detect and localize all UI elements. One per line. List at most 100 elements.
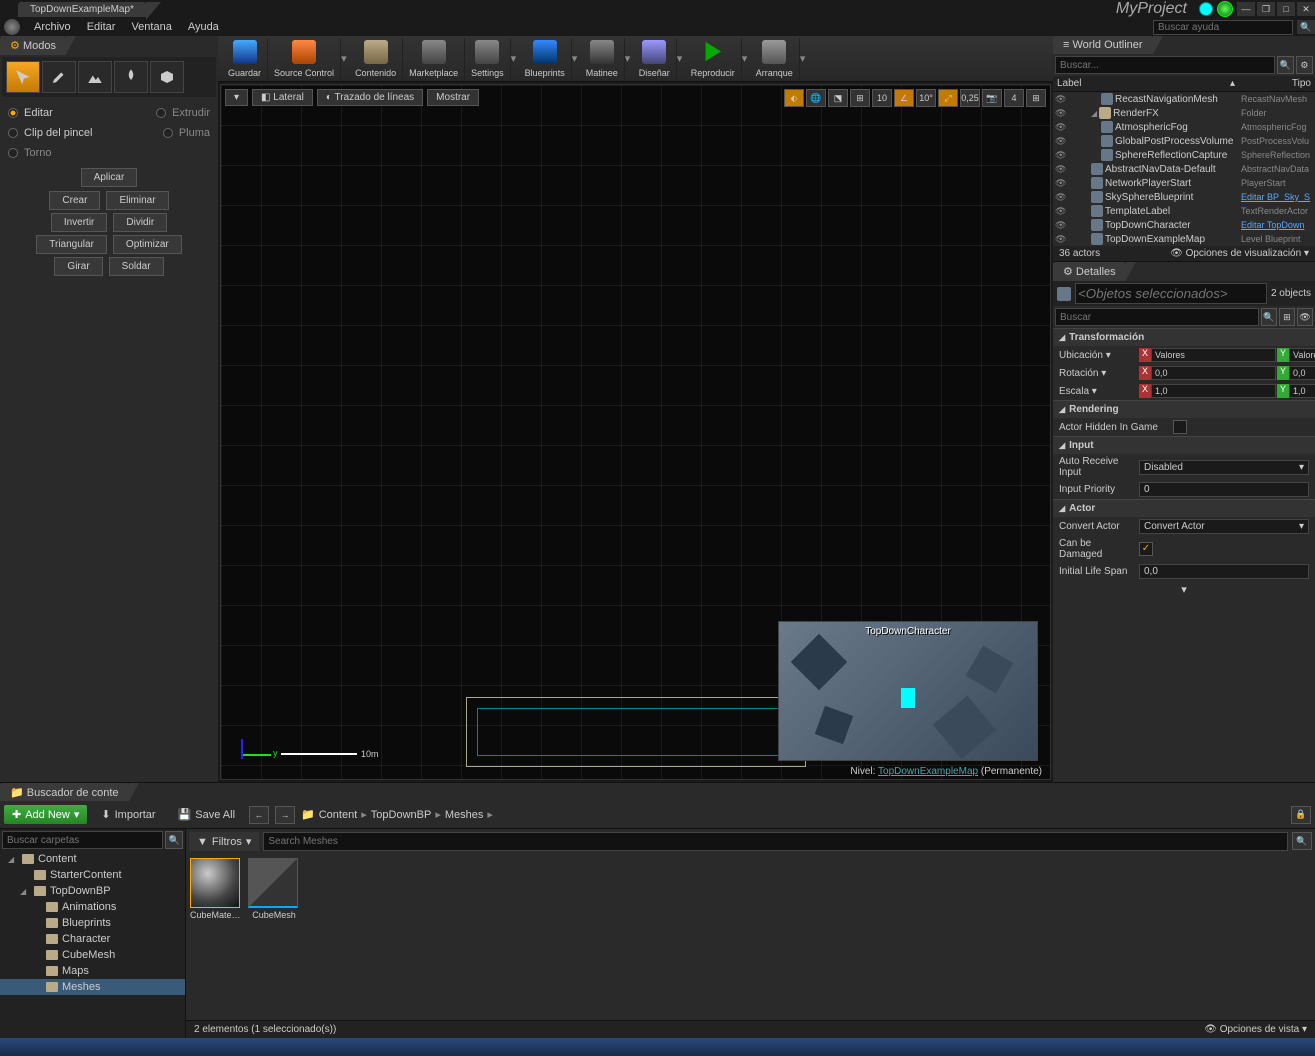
save-button[interactable]: Guardar xyxy=(222,38,268,80)
visibility-eye-icon[interactable]: 👁 xyxy=(1055,164,1067,175)
transform-section[interactable]: Transformación xyxy=(1053,328,1315,346)
add-new-button[interactable]: ✚ Add New ▾ xyxy=(4,805,87,824)
auto-receive-dropdown[interactable]: Disabled▾ xyxy=(1139,460,1309,475)
invert-button[interactable]: Invertir xyxy=(51,213,108,232)
outliner-tab[interactable]: ≡ World Outliner xyxy=(1053,36,1153,54)
rotation-y-input[interactable] xyxy=(1289,366,1315,380)
maximize-button[interactable]: □ xyxy=(1277,2,1295,16)
content-browser-tab[interactable]: 📁 Buscador de conte xyxy=(0,783,129,801)
camera-speed-icon[interactable]: 📷 xyxy=(982,89,1002,107)
outliner-search-icon[interactable]: 🔍 xyxy=(1277,56,1294,74)
damaged-checkbox[interactable] xyxy=(1139,542,1153,556)
visibility-eye-icon[interactable]: 👁 xyxy=(1055,150,1067,161)
expand-icon[interactable]: ▾ xyxy=(1181,584,1187,596)
outliner-row[interactable]: 👁TopDownCharacterEditar TopDown xyxy=(1053,218,1315,232)
location-y-input[interactable] xyxy=(1289,348,1315,362)
hidden-checkbox[interactable] xyxy=(1173,420,1187,434)
visibility-eye-icon[interactable]: 👁 xyxy=(1055,122,1067,133)
filters-button[interactable]: ▼ Filtros ▾ xyxy=(189,832,259,851)
visibility-eye-icon[interactable]: 👁 xyxy=(1055,206,1067,217)
outliner-row[interactable]: 👁SkySphereBlueprintEditar BP_Sky_S xyxy=(1053,190,1315,204)
edit-radio[interactable]: Editar xyxy=(8,105,53,121)
rendering-section[interactable]: Rendering xyxy=(1053,400,1315,418)
optimize-button[interactable]: Optimizar xyxy=(113,235,182,254)
tree-folder[interactable]: Meshes xyxy=(0,979,185,995)
create-button[interactable]: Crear xyxy=(49,191,100,210)
details-search-icon[interactable]: 🔍 xyxy=(1261,308,1277,326)
details-eye-icon[interactable]: 👁 xyxy=(1297,308,1313,326)
minimize-button[interactable]: — xyxy=(1237,2,1255,16)
place-mode-icon[interactable] xyxy=(6,61,40,93)
pip-preview[interactable]: TopDownCharacter xyxy=(778,621,1038,761)
launch-button[interactable]: Arranque xyxy=(750,38,800,80)
save-all-button[interactable]: 💾 Save All xyxy=(170,805,243,824)
menu-help[interactable]: Ayuda xyxy=(180,19,227,35)
help-search-input[interactable] xyxy=(1153,20,1293,35)
transform-mode-icon[interactable]: ⬖ xyxy=(784,89,804,107)
marketplace-button[interactable]: Marketplace xyxy=(403,38,465,80)
landscape-mode-icon[interactable] xyxy=(78,61,112,93)
build-button[interactable]: Diseñar xyxy=(633,38,677,80)
outliner-row[interactable]: 👁SphereReflectionCaptureSphereReflection xyxy=(1053,148,1315,162)
visibility-eye-icon[interactable]: 👁 xyxy=(1055,108,1067,119)
history-back-icon[interactable]: ← xyxy=(249,806,269,824)
priority-input[interactable] xyxy=(1139,482,1309,497)
blueprints-button[interactable]: Blueprints xyxy=(519,38,572,80)
details-search-input[interactable] xyxy=(1055,308,1259,326)
os-taskbar[interactable] xyxy=(0,1038,1315,1056)
pen-radio[interactable]: Pluma xyxy=(163,125,210,141)
help-search-icon[interactable]: 🔍 xyxy=(1297,20,1315,34)
level-link[interactable]: TopDownExampleMap xyxy=(878,766,978,777)
details-tab[interactable]: ⚙ Detalles xyxy=(1053,262,1126,281)
unreal-logo-icon[interactable] xyxy=(4,19,20,35)
details-selection-input[interactable] xyxy=(1075,283,1267,304)
visibility-eye-icon[interactable]: 👁 xyxy=(1055,220,1067,231)
outliner-search-input[interactable] xyxy=(1055,56,1275,74)
actor-section[interactable]: Actor xyxy=(1053,499,1315,517)
outliner-col-type[interactable]: Tipo xyxy=(1239,78,1311,89)
outliner-row[interactable]: 👁GlobalPostProcessVolumePostProcessVolu xyxy=(1053,134,1315,148)
angle-snap-value[interactable]: 10° xyxy=(916,89,936,107)
source-control-button[interactable]: Source Control xyxy=(268,38,341,80)
paint-mode-icon[interactable] xyxy=(42,61,76,93)
asset-search-icon[interactable]: 🔍 xyxy=(1292,832,1312,850)
import-button[interactable]: ⬇ Importar xyxy=(93,805,163,824)
play-button[interactable]: Reproducir xyxy=(685,38,742,80)
visibility-eye-icon[interactable]: 👁 xyxy=(1055,94,1067,105)
surface-snap-icon[interactable]: ⬔ xyxy=(828,89,848,107)
outliner-row[interactable]: 👁NetworkPlayerStartPlayerStart xyxy=(1053,176,1315,190)
folder-icon[interactable]: 📁 xyxy=(301,808,315,821)
visibility-eye-icon[interactable]: 👁 xyxy=(1055,234,1067,245)
outliner-row[interactable]: 👁TemplateLabelTextRenderActor xyxy=(1053,204,1315,218)
crumb-topdownbp[interactable]: TopDownBP xyxy=(371,809,432,821)
matinee-button[interactable]: Matinee xyxy=(580,38,625,80)
tree-folder[interactable]: Character xyxy=(0,931,185,947)
coord-space-icon[interactable]: 🌐 xyxy=(806,89,826,107)
content-button[interactable]: Contenido xyxy=(349,38,403,80)
visibility-eye-icon[interactable]: 👁 xyxy=(1055,192,1067,203)
outliner-col-label[interactable]: Label xyxy=(1057,78,1226,89)
outliner-row[interactable]: 👁RecastNavigationMeshRecastNavMesh xyxy=(1053,92,1315,106)
outliner-row[interactable]: 👁AtmosphericFogAtmosphericFog xyxy=(1053,120,1315,134)
tree-folder[interactable]: CubeMesh xyxy=(0,947,185,963)
menu-edit[interactable]: Editar xyxy=(79,19,124,35)
settings-button[interactable]: Settings xyxy=(465,38,511,80)
apply-button[interactable]: Aplicar xyxy=(81,168,138,187)
outliner-view-options[interactable]: 👁 Opciones de visualización ▾ xyxy=(1170,248,1309,259)
lifespan-input[interactable] xyxy=(1139,564,1309,579)
notification-icon[interactable] xyxy=(1199,2,1213,16)
menu-file[interactable]: Archivo xyxy=(26,19,79,35)
scale-snap-icon[interactable]: ⤢ xyxy=(938,89,958,107)
grid-snap-value[interactable]: 10 xyxy=(872,89,892,107)
viewport-menu-button[interactable]: ▾ xyxy=(225,89,248,106)
rotation-x-input[interactable] xyxy=(1151,366,1276,380)
close-button[interactable]: ✕ xyxy=(1297,2,1315,16)
rotate-button[interactable]: Girar xyxy=(54,257,102,276)
restore-button[interactable]: ❐ xyxy=(1257,2,1275,16)
crumb-content[interactable]: Content xyxy=(319,809,358,821)
crumb-meshes[interactable]: Meshes xyxy=(445,809,484,821)
clip-radio[interactable]: Clip del pincel xyxy=(8,125,92,141)
outliner-row[interactable]: 👁AbstractNavData-DefaultAbstractNavData xyxy=(1053,162,1315,176)
asset-search-input[interactable] xyxy=(263,832,1288,851)
folder-search-input[interactable] xyxy=(2,831,163,849)
